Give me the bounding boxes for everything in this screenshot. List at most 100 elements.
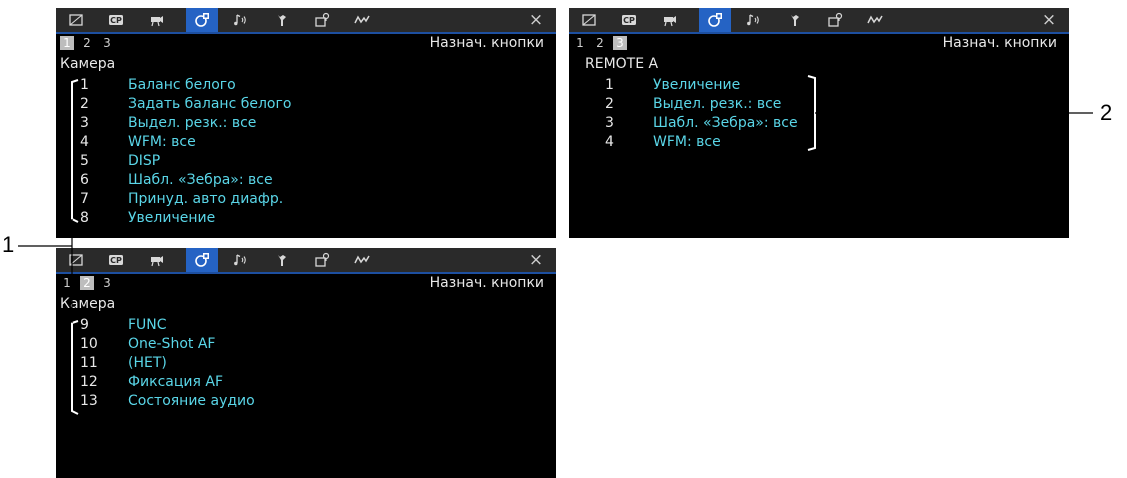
- group-heading: REMOTE A: [585, 56, 659, 72]
- tab-audio[interactable]: [224, 8, 256, 32]
- tab-assignable[interactable]: [306, 8, 338, 32]
- tab-assignable[interactable]: [306, 248, 338, 272]
- assign-row[interactable]: 5 DISP: [80, 152, 540, 171]
- frame-icon: [581, 12, 597, 28]
- tab-waveform[interactable]: [346, 8, 378, 32]
- page-1-indicator[interactable]: 1: [60, 276, 74, 290]
- page-3-indicator[interactable]: 3: [100, 36, 114, 50]
- assign-row[interactable]: 1 Баланс белого: [80, 76, 540, 95]
- cp-icon: CP: [621, 12, 637, 28]
- tab-frame[interactable]: [60, 8, 92, 32]
- assign-row[interactable]: 3 Шабл. «Зебра»: все: [605, 114, 1025, 133]
- tab-wrench[interactable]: [779, 8, 811, 32]
- tab-custom-settings[interactable]: [186, 248, 218, 272]
- tab-custom-settings[interactable]: [186, 8, 218, 32]
- assigned-function: WFM: все: [128, 134, 196, 150]
- page-3-indicator[interactable]: 3: [100, 276, 114, 290]
- menu-screen-camera-page-2: CP × 1 2 3 Назнач. кнопки Камера 9 FUNC 10 O…: [56, 248, 556, 478]
- custom-settings-icon: [194, 12, 210, 28]
- assign-row[interactable]: 2 Выдел. резк.: все: [605, 95, 1025, 114]
- button-number: 1: [605, 77, 614, 93]
- cp-icon: CP: [108, 252, 124, 268]
- assigned-function: Увеличение: [653, 77, 741, 93]
- button-number: 10: [80, 336, 98, 352]
- button-number: 2: [605, 96, 614, 112]
- wrench-icon: [274, 12, 290, 28]
- svg-text:CP: CP: [623, 16, 635, 25]
- assigned-function: Принуд. авто диафр.: [128, 191, 284, 207]
- close-icon[interactable]: ×: [526, 8, 546, 32]
- group-heading: Камера: [60, 56, 116, 72]
- menu-tab-bar: CP ×: [56, 8, 556, 34]
- assignable-icon: [314, 252, 330, 268]
- waveform-icon: [867, 12, 883, 28]
- page-title: Назнач. кнопки: [429, 275, 544, 291]
- page-2-indicator[interactable]: 2: [80, 36, 94, 50]
- assigned-function: Баланс белого: [128, 77, 236, 93]
- tab-wrench[interactable]: [266, 248, 298, 272]
- page-1-indicator[interactable]: 1: [573, 36, 587, 50]
- assigned-function: Фиксация AF: [128, 374, 224, 390]
- tab-wrench[interactable]: [266, 8, 298, 32]
- tab-waveform[interactable]: [346, 248, 378, 272]
- button-number: 7: [80, 191, 89, 207]
- tab-waveform[interactable]: [859, 8, 891, 32]
- tab-frame[interactable]: [60, 248, 92, 272]
- tab-assignable[interactable]: [819, 8, 851, 32]
- page-2-indicator[interactable]: 2: [80, 276, 94, 290]
- callout-label-2: 2: [1100, 100, 1113, 125]
- menu-screen-remote-page-3: CP × 1 2 3 Назнач. кнопки REMOTE A 1 Увели…: [569, 8, 1069, 238]
- button-number: 5: [80, 153, 89, 169]
- assign-row[interactable]: 13 Состояние аудио: [80, 392, 540, 411]
- camera-icon: [148, 252, 164, 268]
- assign-row[interactable]: 6 Шабл. «Зебра»: все: [80, 171, 540, 190]
- tab-camera[interactable]: [140, 248, 172, 272]
- assign-row[interactable]: 4 WFM: все: [605, 133, 1025, 152]
- button-number: 6: [80, 172, 89, 188]
- assign-row[interactable]: 12 Фиксация AF: [80, 373, 540, 392]
- assign-row[interactable]: 3 Выдел. резк.: все: [80, 114, 540, 133]
- frame-icon: [68, 252, 84, 268]
- assign-row[interactable]: 2 Задать баланс белого: [80, 95, 540, 114]
- assign-row[interactable]: 8 Увеличение: [80, 209, 540, 228]
- tab-audio[interactable]: [224, 248, 256, 272]
- wrench-icon: [787, 12, 803, 28]
- assigned-function: DISP: [128, 153, 161, 169]
- page-3-indicator[interactable]: 3: [613, 36, 627, 50]
- wrench-icon: [274, 252, 290, 268]
- tab-frame[interactable]: [573, 8, 605, 32]
- page-1-indicator[interactable]: 1: [60, 36, 74, 50]
- audio-icon: [745, 12, 761, 28]
- tab-camera[interactable]: [653, 8, 685, 32]
- tab-cp[interactable]: CP: [100, 248, 132, 272]
- tab-camera[interactable]: [140, 8, 172, 32]
- close-icon[interactable]: ×: [526, 248, 546, 272]
- assigned-function: FUNC: [128, 317, 167, 333]
- audio-icon: [232, 12, 248, 28]
- button-number: 2: [80, 96, 89, 112]
- close-icon[interactable]: ×: [1039, 8, 1059, 32]
- assignable-icon: [314, 12, 330, 28]
- tab-cp[interactable]: CP: [613, 8, 645, 32]
- assigned-function: Шабл. «Зебра»: все: [128, 172, 273, 188]
- button-number: 3: [80, 115, 89, 131]
- cp-icon: CP: [108, 12, 124, 28]
- assign-row[interactable]: 9 FUNC: [80, 316, 540, 335]
- button-number: 12: [80, 374, 98, 390]
- tab-cp[interactable]: CP: [100, 8, 132, 32]
- assign-row[interactable]: 7 Принуд. авто диафр.: [80, 190, 540, 209]
- audio-icon: [232, 252, 248, 268]
- assign-row[interactable]: 4 WFM: все: [80, 133, 540, 152]
- tab-custom-settings[interactable]: [699, 8, 731, 32]
- assigned-function: Увеличение: [128, 210, 216, 226]
- tab-audio[interactable]: [737, 8, 769, 32]
- page-2-indicator[interactable]: 2: [593, 36, 607, 50]
- button-number: 11: [80, 355, 98, 371]
- assigned-function: Состояние аудио: [128, 393, 255, 409]
- assign-row[interactable]: 10 One-Shot AF: [80, 335, 540, 354]
- assign-row[interactable]: 1 Увеличение: [605, 76, 1025, 95]
- page-title: Назнач. кнопки: [429, 35, 544, 51]
- button-number: 8: [80, 210, 89, 226]
- waveform-icon: [354, 12, 370, 28]
- assign-row[interactable]: 11 (НЕТ): [80, 354, 540, 373]
